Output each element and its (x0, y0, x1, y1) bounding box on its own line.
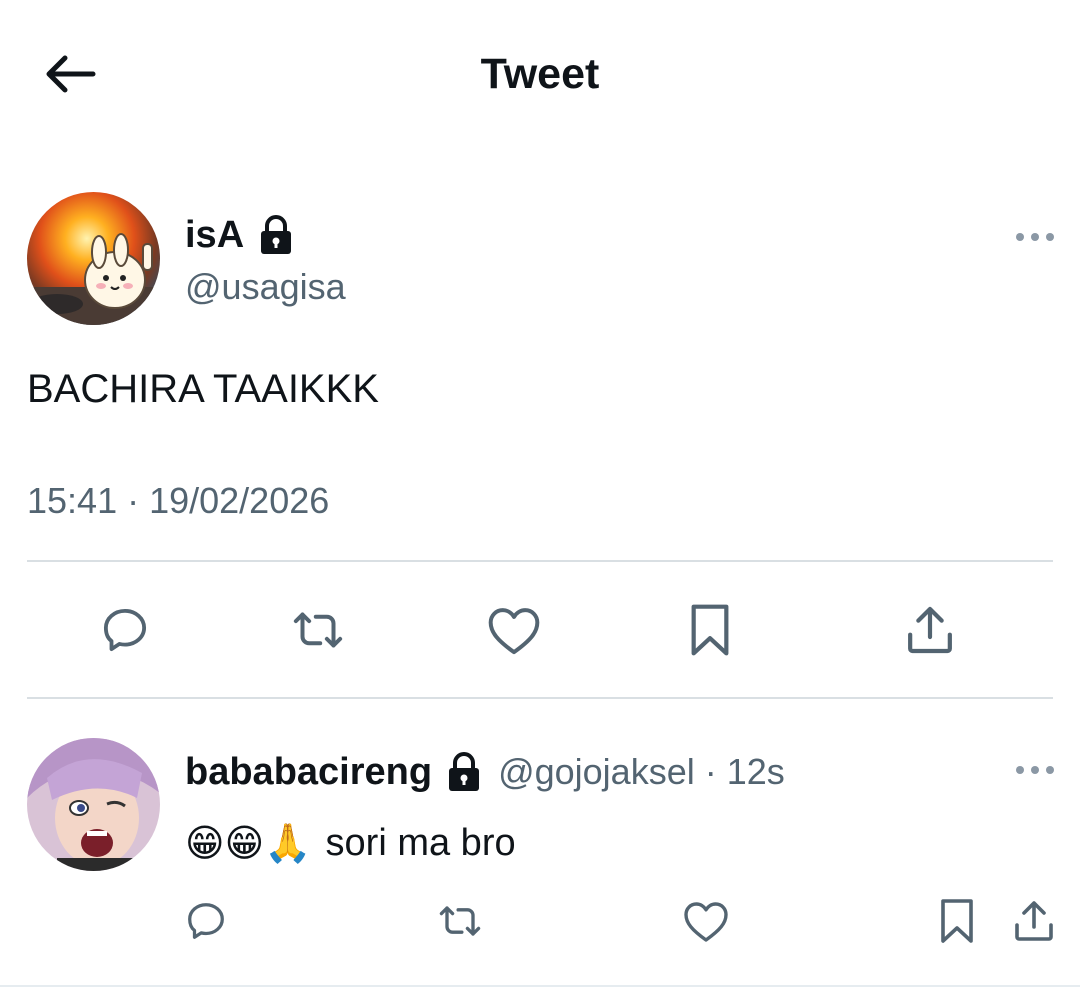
retweet-icon (439, 906, 481, 936)
reply-text-row: 😁😁🙏 sori ma bro (185, 820, 516, 866)
reply-actions (0, 895, 1080, 955)
divider (27, 697, 1053, 699)
display-name[interactable]: bababacireng (185, 749, 432, 795)
share-icon (908, 606, 952, 654)
username[interactable]: @usagisa (185, 265, 346, 309)
avatar-image (27, 738, 160, 871)
avatar[interactable] (27, 738, 160, 871)
lock-icon (446, 752, 482, 792)
more-options-button[interactable] (1010, 222, 1060, 252)
time-ago[interactable]: · 12s (705, 750, 785, 794)
heart-icon (488, 608, 540, 655)
tweet-actions (0, 590, 1080, 670)
avatar-image (27, 192, 160, 325)
top-bar: Tweet (0, 0, 1080, 150)
tweet-text: sori ma bro (325, 822, 516, 864)
main-tweet: isA @usagisa BACHIRA TAAIKKK 15:41 · 19/… (0, 150, 1080, 700)
bookmark-icon (691, 604, 729, 656)
more-options-button[interactable] (1010, 755, 1060, 785)
reply-button[interactable] (180, 895, 232, 947)
reply-tweet[interactable]: bababacireng @gojojaksel · 12s 😁😁🙏 sori … (0, 705, 1080, 990)
share-button[interactable] (900, 600, 960, 660)
emoji-group: 😁😁🙏 (185, 821, 312, 865)
display-name[interactable]: isA (185, 212, 244, 258)
more-icon (1016, 766, 1054, 774)
lock-icon (258, 215, 294, 255)
bookmark-button[interactable] (680, 600, 740, 660)
retweet-button[interactable] (432, 895, 488, 947)
like-button[interactable] (680, 895, 732, 947)
reply-button[interactable] (95, 600, 155, 660)
avatar[interactable] (27, 192, 160, 325)
heart-icon (684, 902, 728, 942)
bookmark-button[interactable] (932, 895, 982, 947)
retweet-icon (293, 612, 343, 648)
page-title: Tweet (480, 50, 600, 98)
tweet-timestamp[interactable]: 15:41 · 19/02/2026 (27, 479, 329, 523)
divider (0, 985, 1080, 987)
share-button[interactable] (1008, 895, 1060, 947)
author-name-row: isA (185, 212, 294, 258)
reply-header: bababacireng @gojojaksel · 12s (185, 749, 785, 795)
bookmark-icon (941, 899, 973, 943)
reply-icon (188, 903, 224, 939)
divider (27, 560, 1053, 562)
retweet-button[interactable] (285, 600, 351, 660)
more-icon (1016, 233, 1054, 241)
username[interactable]: @gojojaksel (498, 750, 695, 794)
reply-icon (103, 608, 147, 652)
share-icon (1015, 901, 1053, 941)
like-button[interactable] (484, 600, 544, 660)
tweet-text: BACHIRA TAAIKKK (27, 367, 379, 411)
